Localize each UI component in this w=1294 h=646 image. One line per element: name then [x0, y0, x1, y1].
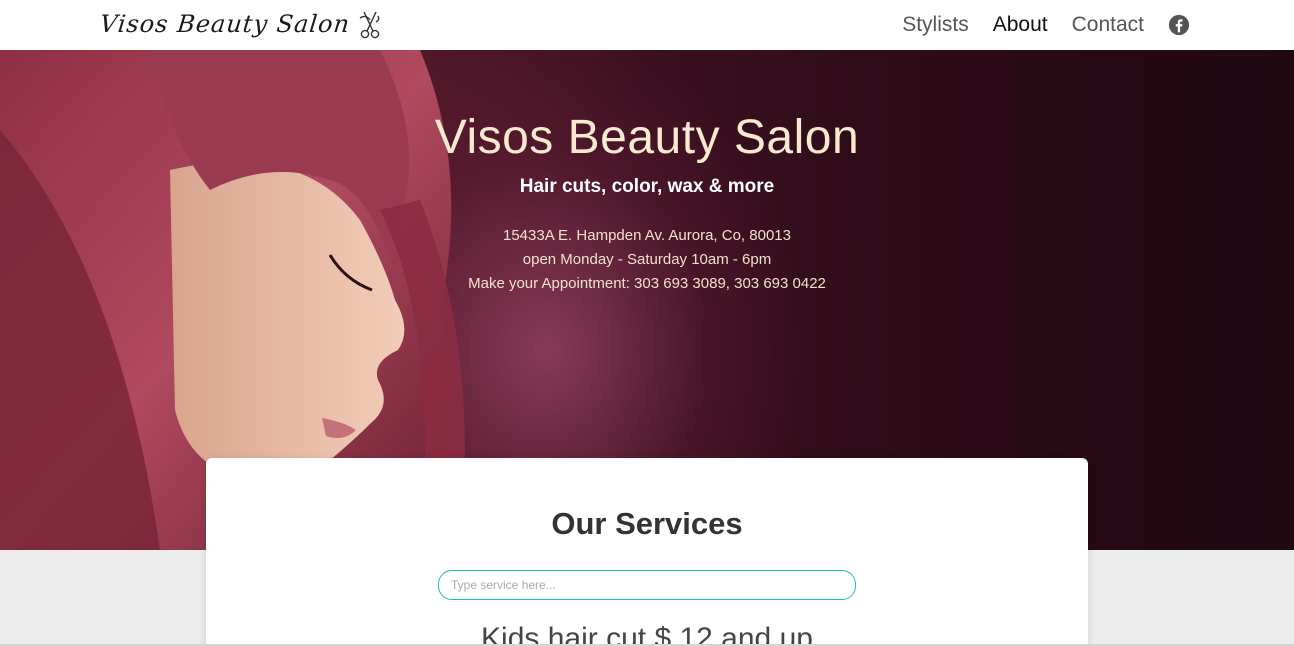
- brand-logo[interactable]: Visos Beauty Salon: [98, 5, 384, 43]
- hero-title: Visos Beauty Salon: [434, 111, 860, 164]
- scissors-icon: [359, 11, 380, 39]
- navbar: Visos Beauty Salon Stylists About Contac…: [0, 0, 1294, 50]
- facebook-icon[interactable]: [1168, 14, 1190, 36]
- hero-subtitle: Hair cuts, color, wax & more: [519, 176, 775, 197]
- hours-text: open Monday - Saturday 10am - 6pm: [522, 251, 772, 268]
- services-card: Our Services Kids hair cut $ 12 and up: [206, 458, 1088, 646]
- nav-links: Stylists About Contact: [878, 0, 1190, 50]
- appointment-text: Make your Appointment: 303 693 3089, 303…: [468, 275, 826, 292]
- hero-info: 15433A E. Hampden Av. Aurora, Co, 80013 …: [0, 224, 1294, 296]
- nav-link-contact[interactable]: Contact: [1072, 13, 1144, 37]
- services-title: Our Services: [551, 506, 743, 541]
- nav-link-stylists[interactable]: Stylists: [902, 13, 969, 37]
- service-search-input[interactable]: [438, 570, 856, 600]
- brand-name: Visos Beauty Salon: [98, 10, 352, 38]
- service-item: Kids hair cut $ 12 and up: [481, 622, 813, 646]
- address-text: 15433A E. Hampden Av. Aurora, Co, 80013: [503, 227, 791, 244]
- nav-link-about[interactable]: About: [993, 13, 1048, 37]
